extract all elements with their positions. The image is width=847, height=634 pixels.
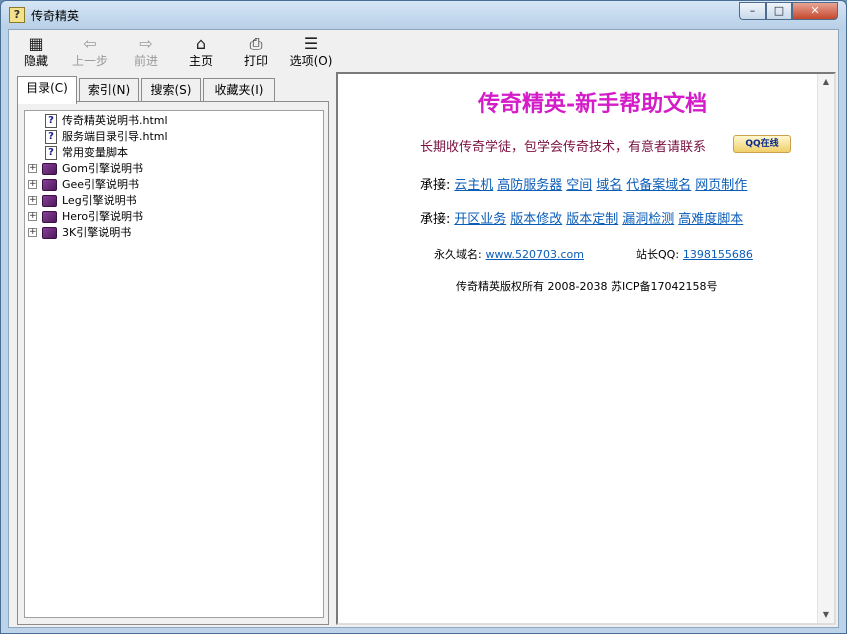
tab-search[interactable]: 搜索(S): [141, 78, 201, 102]
expand-icon[interactable]: +: [28, 180, 37, 189]
services-row-2: 承接: 开区业务 版本修改 版本定制 漏洞检测 高难度脚本: [420, 208, 747, 227]
close-button[interactable]: ✕: [792, 2, 838, 20]
hide-pane-icon: ▦: [28, 34, 44, 53]
tree-item-label: 传奇精英说明书.html: [62, 114, 168, 127]
qq-row: 站长QQ: 1398155686: [636, 246, 753, 262]
tree-item-label: Leg引擎说明书: [62, 194, 137, 207]
tree-item[interactable]: + Hero引擎说明书: [25, 209, 315, 225]
tree-item[interactable]: ? 常用变量脚本: [25, 145, 315, 161]
tree-item-label: 常用变量脚本: [62, 146, 128, 159]
book-icon: [42, 227, 57, 239]
back-arrow-icon: ⇦: [83, 34, 97, 53]
vertical-scrollbar[interactable]: ▲ ▼: [817, 74, 834, 623]
tree-item-label: Hero引擎说明书: [62, 210, 144, 223]
service-link[interactable]: 域名: [596, 178, 622, 193]
forward-arrow-icon: ⇨: [139, 34, 153, 53]
book-icon: [42, 195, 57, 207]
expand-icon[interactable]: +: [28, 228, 37, 237]
navigation-pane: 目录(C) 索引(N) 搜索(S) 收藏夹(I) ? 传奇精英说明书.html …: [13, 72, 331, 625]
tree-item-label: Gee引擎说明书: [62, 178, 140, 191]
expand-icon[interactable]: +: [28, 164, 37, 173]
tab-contents[interactable]: 目录(C): [17, 76, 77, 104]
contents-tree[interactable]: ? 传奇精英说明书.html ? 服务端目录引导.html ? 常用变量脚本 +: [24, 110, 324, 618]
service-link[interactable]: 版本定制: [566, 212, 618, 227]
help-app-icon: ?: [9, 7, 25, 23]
tree-item-label: 3K引擎说明书: [62, 226, 132, 239]
contents-panel: ? 传奇精英说明书.html ? 服务端目录引导.html ? 常用变量脚本 +: [17, 101, 329, 625]
print-button-label: 打印: [243, 54, 268, 68]
qq-online-button[interactable]: QQ在线: [733, 135, 791, 153]
back-button[interactable]: ⇦ 上一步: [65, 34, 115, 70]
maximize-button[interactable]: □: [766, 2, 792, 20]
service-label: 承接:: [420, 178, 451, 193]
back-button-label: 上一步: [71, 54, 108, 68]
service-link[interactable]: 空间: [566, 178, 592, 193]
tree-item[interactable]: + Gee引擎说明书: [25, 177, 315, 193]
tree-item[interactable]: + 3K引擎说明书: [25, 225, 315, 241]
expand-icon[interactable]: +: [28, 212, 37, 221]
domain-label: 永久域名:: [434, 248, 482, 261]
print-icon: ⎙: [249, 34, 263, 53]
help-page-icon: ?: [45, 130, 57, 144]
home-button[interactable]: ⌂ 主页: [176, 34, 226, 70]
content-pane: 传奇精英-新手帮助文档 长期收传奇学徒，包学会传奇技术，有意者请联系 QQ在线 …: [336, 72, 836, 625]
domain-row: 永久域名: www.520703.com: [434, 246, 584, 262]
help-page-icon: ?: [45, 146, 57, 160]
expand-icon[interactable]: +: [28, 196, 37, 205]
book-icon: [42, 179, 57, 191]
print-button[interactable]: ⎙ 打印: [231, 34, 281, 70]
title-bar[interactable]: ? 传奇精英 – □ ✕: [1, 1, 846, 29]
service-link[interactable]: 漏洞检测: [622, 212, 674, 227]
tab-index[interactable]: 索引(N): [79, 78, 139, 102]
tree-item[interactable]: + Leg引擎说明书: [25, 193, 315, 209]
help-window: ? 传奇精英 – □ ✕ ▦ 隐藏 ⇦ 上一步 ⇨ 前进 ⌂ 主页 ⎙ 打印 ☰…: [0, 0, 847, 634]
tree-item[interactable]: ? 传奇精英说明书.html: [25, 113, 315, 129]
page-title: 传奇精英-新手帮助文档: [478, 91, 708, 117]
minimize-button[interactable]: –: [739, 2, 766, 20]
help-frame: ▦ 隐藏 ⇦ 上一步 ⇨ 前进 ⌂ 主页 ⎙ 打印 ☰ 选项(O) 目录(C) …: [8, 29, 839, 628]
domain-link[interactable]: www.520703.com: [486, 248, 584, 261]
service-link[interactable]: 高难度脚本: [678, 212, 743, 227]
service-link[interactable]: 代备案域名: [626, 178, 691, 193]
forward-button[interactable]: ⇨ 前进: [121, 34, 171, 70]
tree-item-label: Gom引擎说明书: [62, 162, 143, 175]
help-page-icon: ?: [45, 114, 57, 128]
scroll-down-icon[interactable]: ▼: [818, 607, 834, 623]
options-button-label: 选项(O): [289, 54, 333, 68]
tree-item-label: 服务端目录引导.html: [62, 130, 168, 143]
scroll-up-icon[interactable]: ▲: [818, 74, 834, 90]
service-label: 承接:: [420, 212, 451, 227]
services-row-1: 承接: 云主机 高防服务器 空间 域名 代备案域名 网页制作: [420, 174, 751, 193]
hide-button-label: 隐藏: [23, 54, 48, 68]
home-icon: ⌂: [195, 34, 207, 53]
service-link[interactable]: 版本修改: [510, 212, 562, 227]
home-button-label: 主页: [188, 54, 213, 68]
book-icon: [42, 211, 57, 223]
hide-button[interactable]: ▦ 隐藏: [11, 34, 61, 70]
window-title: 传奇精英: [31, 9, 80, 23]
tab-favorites[interactable]: 收藏夹(I): [203, 78, 275, 102]
service-link[interactable]: 网页制作: [695, 178, 747, 193]
copyright-text: 传奇精英版权所有 2008-2038 苏ICP备17042158号: [456, 280, 718, 293]
qq-label: 站长QQ:: [636, 248, 680, 261]
forward-button-label: 前进: [133, 54, 158, 68]
book-icon: [42, 163, 57, 175]
options-icon: ☰: [303, 34, 319, 53]
service-link[interactable]: 高防服务器: [497, 178, 562, 193]
service-link[interactable]: 云主机: [454, 178, 493, 193]
tree-item[interactable]: + Gom引擎说明书: [25, 161, 315, 177]
service-link[interactable]: 开区业务: [454, 212, 506, 227]
toolbar: ▦ 隐藏 ⇦ 上一步 ⇨ 前进 ⌂ 主页 ⎙ 打印 ☰ 选项(O): [9, 30, 838, 72]
recruit-text: 长期收传奇学徒，包学会传奇技术，有意者请联系: [420, 140, 707, 155]
tree-item[interactable]: ? 服务端目录引导.html: [25, 129, 315, 145]
qq-link[interactable]: 1398155686: [683, 248, 753, 261]
options-button[interactable]: ☰ 选项(O): [286, 34, 336, 70]
